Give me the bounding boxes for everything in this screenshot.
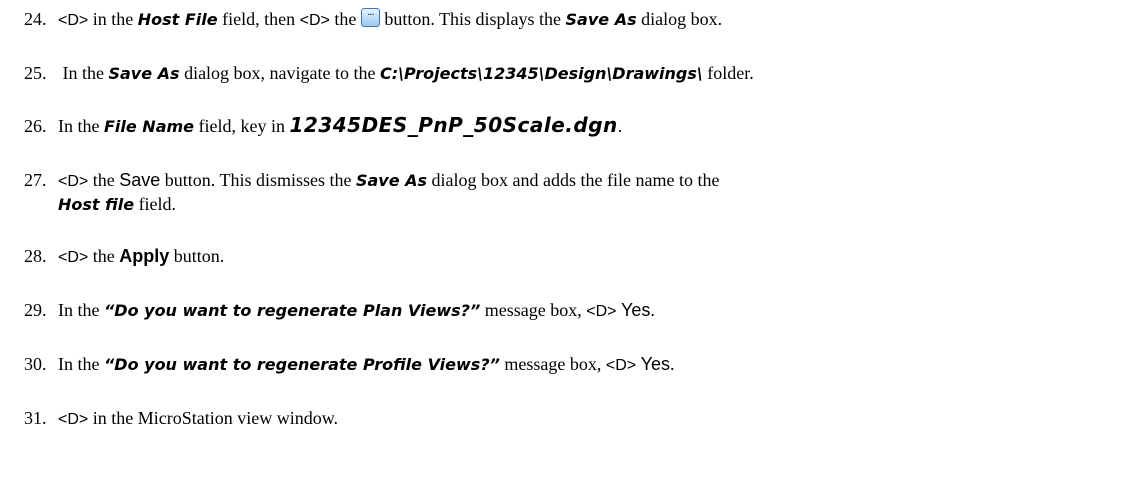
step-25: 25. In the Save As dialog box, navigate … — [24, 62, 1119, 85]
text: In the — [58, 63, 109, 83]
file-name-field-ref: File Name — [103, 117, 195, 136]
ellipsis-browse-icon: ··· — [360, 8, 380, 27]
yes-button-ref: Yes — [640, 354, 671, 374]
click-marker: <D> — [299, 12, 330, 29]
yes-button-ref: Yes — [621, 300, 651, 320]
step-31: 31. <D> in the MicroStation view window. — [24, 407, 1119, 431]
text: In the — [58, 300, 104, 320]
message-box-ref: “Do you want to regenerate Plan Views?” — [103, 301, 481, 320]
text: . — [617, 116, 623, 136]
step-28: 28. <D> the Apply button. — [24, 245, 1119, 269]
click-marker: <D> — [586, 303, 617, 320]
text: button. This displays the — [379, 9, 566, 29]
text: message box, — [480, 300, 587, 320]
step-number: 28. — [24, 246, 47, 266]
text: . — [650, 300, 655, 320]
save-button-ref: Save — [119, 170, 161, 190]
step-number: 24. — [24, 9, 47, 29]
step-number: 25. — [24, 63, 47, 83]
message-box-ref: “Do you want to regenerate Profile Views… — [103, 355, 500, 374]
step-number: 30. — [24, 354, 47, 374]
text: button. This dismisses the — [160, 170, 356, 190]
file-name-value: 12345DES_PnP_50Scale.dgn — [289, 113, 618, 137]
text: In the — [58, 354, 104, 374]
save-as-dialog-ref: Save As — [565, 10, 637, 29]
text: field, key in — [194, 116, 290, 136]
text: . — [670, 354, 675, 374]
text: in the MicroStation view window. — [88, 408, 339, 428]
text: the — [329, 9, 361, 29]
step-30: 30. In the “Do you want to regenerate Pro… — [24, 353, 1119, 377]
host-file-field-ref: Host file — [58, 195, 135, 214]
step-24: 24. <D> in the Host File field, then <D> … — [24, 8, 1119, 32]
text: in the — [88, 9, 138, 29]
step-27: 27. <D> the Save button. This dismisses t… — [24, 169, 1119, 216]
text: dialog box and adds the file name to the — [427, 170, 720, 190]
save-as-dialog-ref: Save As — [355, 171, 428, 190]
text: field, then — [217, 9, 300, 29]
click-marker: <D> — [58, 12, 89, 29]
click-marker: <D> — [605, 357, 637, 374]
folder-path: C:\Projects\12345\Design\Drawings\ — [380, 64, 703, 83]
text: dialog box. — [636, 9, 723, 29]
click-marker: <D> — [58, 249, 89, 266]
click-marker: <D> — [58, 173, 89, 190]
step-26: 26. In the File Name field, key in 12345D… — [24, 114, 1119, 138]
save-as-dialog-ref: Save As — [108, 64, 180, 83]
text: the — [88, 170, 120, 190]
text: field. — [134, 194, 177, 214]
document-page: 24. <D> in the Host File field, then <D> … — [0, 0, 1130, 495]
step-number: 26. — [24, 116, 47, 136]
text: button. — [169, 246, 225, 266]
text: In the — [58, 116, 104, 136]
click-marker: <D> — [58, 411, 89, 428]
step-number: 27. — [24, 170, 47, 190]
text: dialog box, navigate to the — [179, 63, 381, 83]
step-29: 29. In the “Do you want to regenerate Pla… — [24, 299, 1119, 323]
apply-button-ref: Apply — [119, 246, 170, 266]
continuation-line: Host file field. — [24, 193, 1119, 216]
host-file-field-ref: Host File — [137, 10, 218, 29]
step-number: 31. — [24, 408, 47, 428]
text: folder. — [702, 63, 754, 83]
step-number: 29. — [24, 300, 47, 320]
text: message box, — [499, 354, 606, 374]
text: the — [88, 246, 120, 266]
